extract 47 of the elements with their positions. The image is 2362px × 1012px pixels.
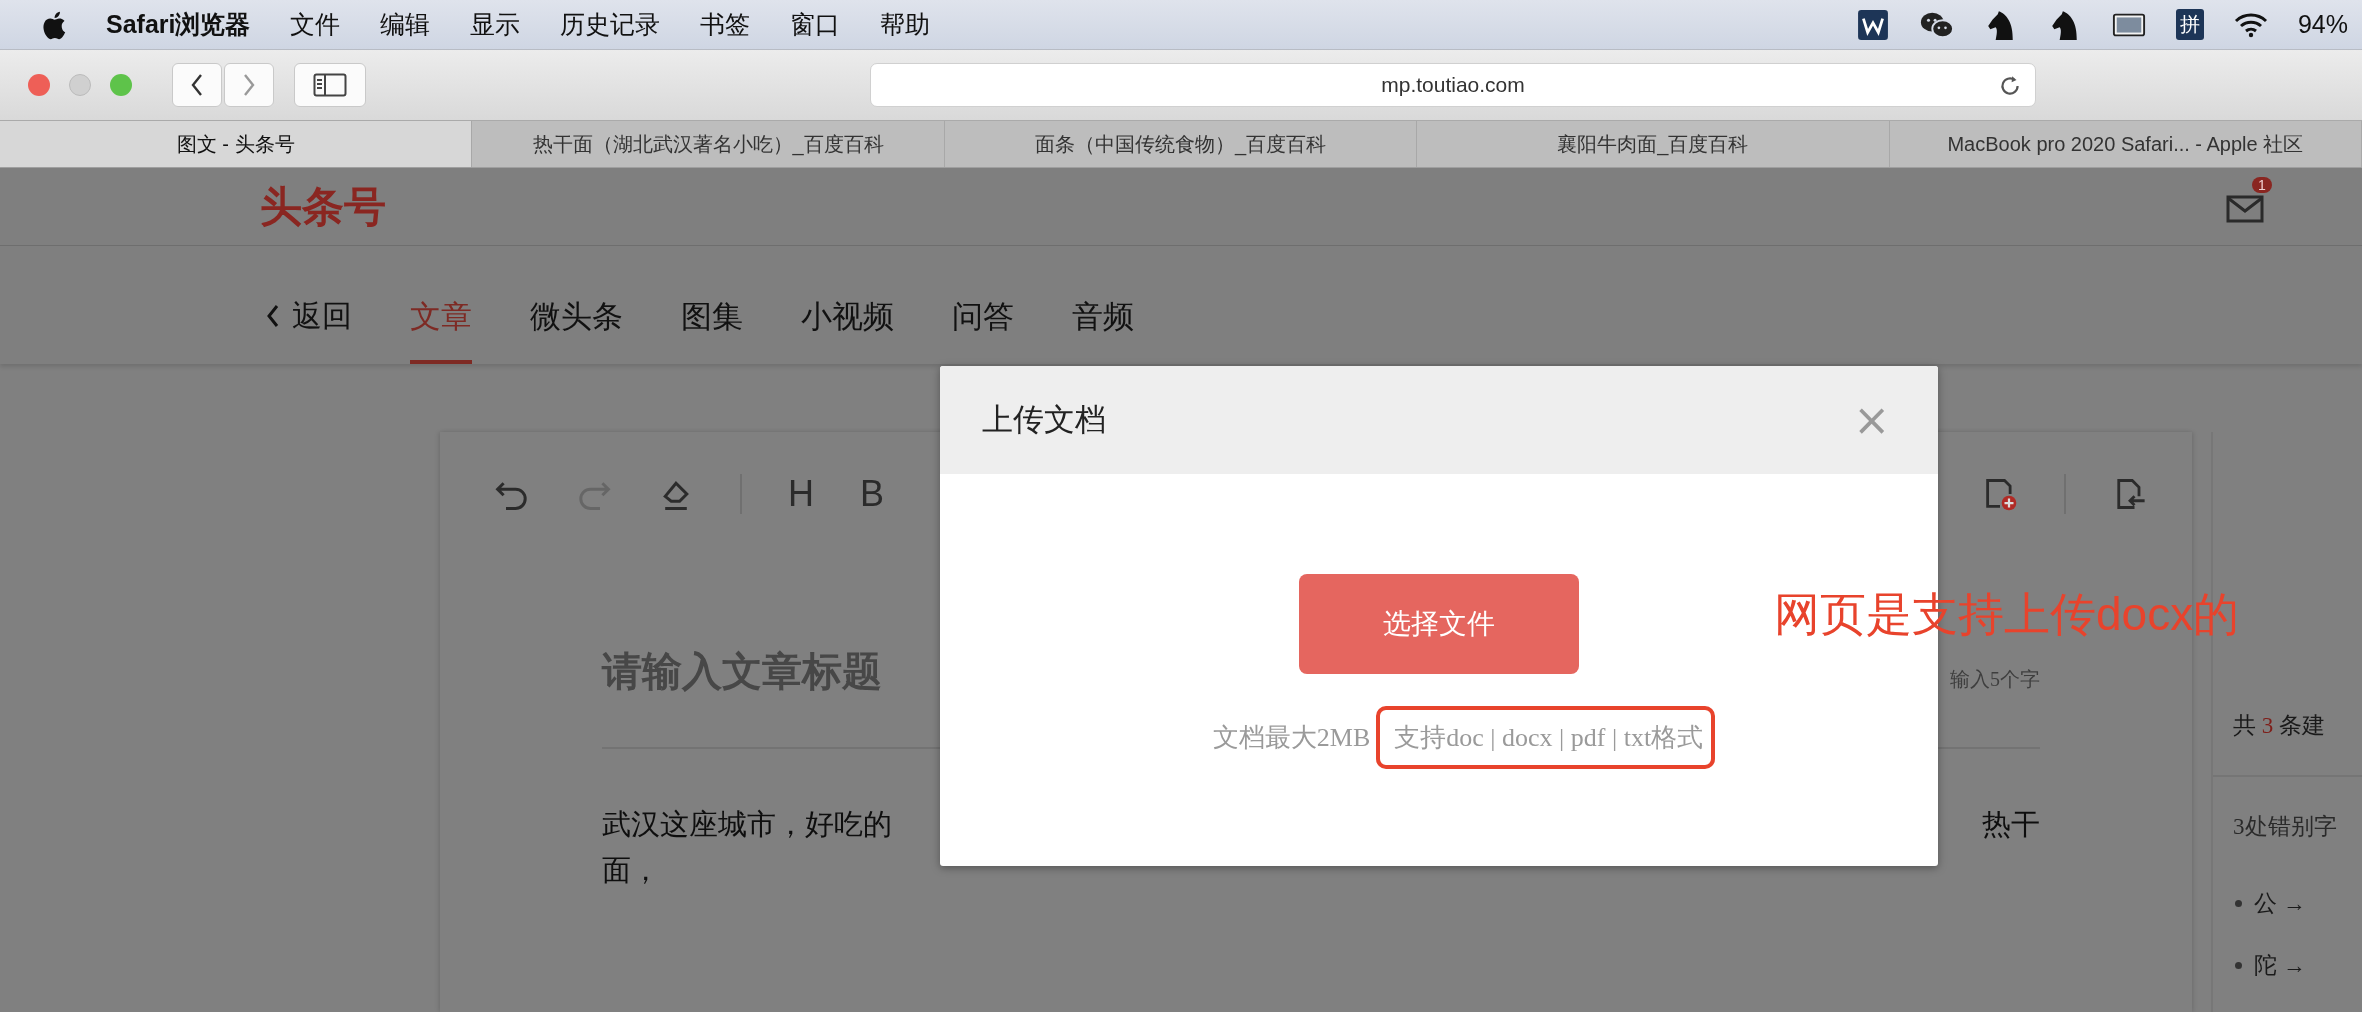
browser-tab[interactable]: 热干面（湖北武汉著名小吃）_百度百科 [472, 121, 945, 167]
browser-tab[interactable]: 面条（中国传统食物）_百度百科 [944, 121, 1418, 167]
nav-tab[interactable]: 微头条 [530, 268, 623, 364]
browser-tab[interactable]: 襄阳牛肉面_百度百科 [1417, 121, 1890, 167]
typo-suggestion[interactable]: 陀 → [2254, 949, 2306, 981]
menu-item[interactable]: 编辑 [380, 8, 431, 41]
typo-suggestion[interactable]: 公 → [2254, 887, 2306, 919]
browser-tab[interactable]: MacBook pro 2020 Safari... - Apple 社区 [1889, 121, 2362, 167]
browser-tab[interactable]: 图文 - 头条号 [0, 121, 473, 167]
format-button[interactable]: B [860, 473, 884, 515]
choose-file-button[interactable]: 选择文件 [1299, 574, 1579, 674]
format-button[interactable]: H [788, 473, 814, 515]
title-character-counter: 输入5个字 [1950, 667, 2040, 692]
sidebar-button[interactable] [294, 63, 366, 107]
menu-item[interactable]: 显示 [470, 8, 521, 41]
article-body-text[interactable]: 武汉这座城市，好吃的 [602, 801, 892, 847]
bullet-icon [2235, 961, 2242, 969]
close-window-button[interactable] [28, 74, 50, 96]
dialog-title: 上传文档 [982, 401, 1106, 439]
close-button[interactable]: × [1845, 398, 1898, 442]
chevron-left-icon[interactable] [190, 73, 204, 97]
sidebar-icon[interactable] [313, 73, 347, 97]
menu-item[interactable]: 书签 [700, 8, 751, 41]
address-bar[interactable]: mp.toutiao.com [870, 63, 2036, 107]
menu-item[interactable]: 历史记录 [560, 8, 661, 41]
nav-tab[interactable]: 图集 [681, 268, 743, 364]
app-menu[interactable]: Safari浏览器 [106, 8, 251, 41]
bullet-icon [2235, 899, 2242, 907]
document-app-icon[interactable] [1855, 8, 1890, 41]
menu-item[interactable]: 窗口 [790, 8, 841, 41]
nav-tab[interactable]: 问答 [952, 268, 1014, 364]
nav-tab[interactable]: 小视频 [801, 268, 894, 364]
typo-heading: 3处错别字 [2232, 813, 2338, 841]
suggestion-summary: 共 3 条建 [2213, 710, 2362, 777]
menu-item[interactable]: 文件 [290, 8, 341, 41]
nav-tab[interactable]: 音频 [1072, 268, 1134, 364]
input-method-indicator[interactable]: 拼 [2175, 9, 2204, 40]
article-body-text[interactable]: 热干 [1982, 801, 2040, 847]
back-link[interactable]: 返回 [266, 295, 352, 337]
back-button[interactable] [172, 63, 222, 107]
menu-item[interactable]: 帮助 [880, 8, 931, 41]
supported-formats-note: 支持doc | docx | pdf | txt格式 [1376, 706, 1716, 769]
battery-percentage[interactable]: 94% [2297, 10, 2348, 39]
notification-badge: 1 [2252, 176, 2272, 193]
article-body-text[interactable]: 面， [602, 847, 660, 893]
file-size-note: 文档最大2MB [1212, 722, 1371, 754]
chevron-right-icon[interactable] [242, 73, 256, 97]
